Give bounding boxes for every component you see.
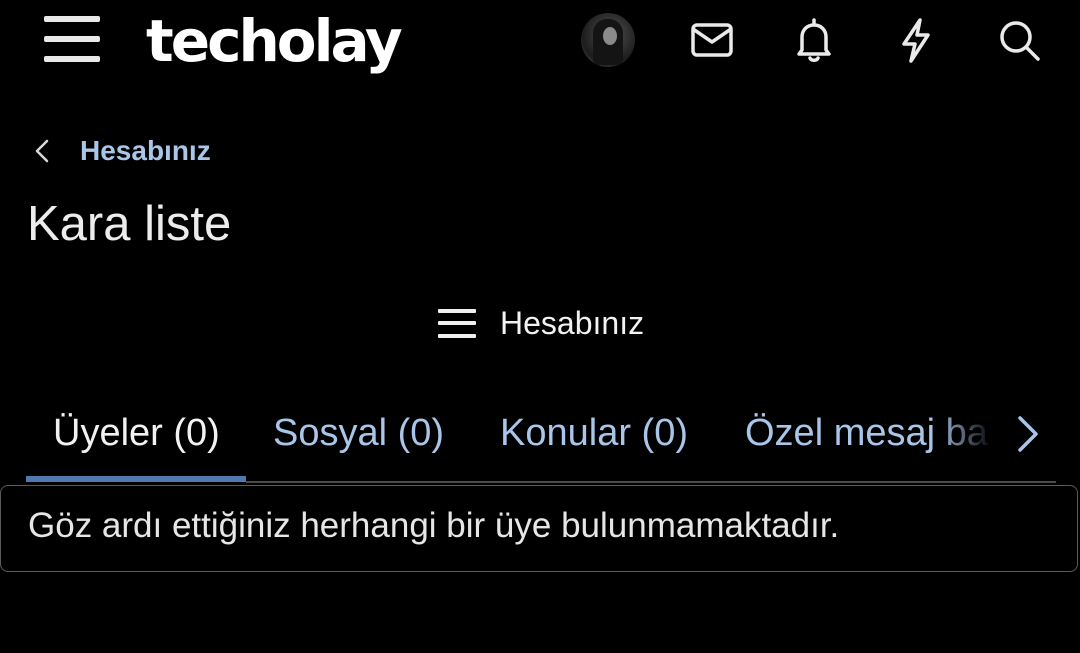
lightning-icon[interactable] xyxy=(890,14,942,66)
page-title: Kara liste xyxy=(27,197,232,251)
chevron-right-icon[interactable] xyxy=(1010,412,1044,456)
top-navigation-bar: techolay xyxy=(0,0,1080,82)
account-menu-toggle[interactable]: Hesabınız xyxy=(438,300,644,346)
empty-state-panel: Göz ardı ettiğiniz herhangi bir üye bulu… xyxy=(0,485,1078,572)
breadcrumb[interactable]: Hesabınız xyxy=(28,130,211,172)
avatar[interactable] xyxy=(581,13,635,67)
tabs-divider xyxy=(246,481,1056,483)
site-logo[interactable]: techolay xyxy=(146,6,403,76)
account-menu-label: Hesabınız xyxy=(500,304,645,341)
search-icon[interactable] xyxy=(994,14,1046,66)
active-tab-indicator xyxy=(26,476,246,482)
tab-members[interactable]: Üyeler (0) xyxy=(53,408,220,458)
tab-threads[interactable]: Konular (0) xyxy=(500,408,688,458)
tab-social[interactable]: Sosyal (0) xyxy=(273,408,444,458)
envelope-icon[interactable] xyxy=(686,14,738,66)
page: techolay Hesabınız Kara liste Hesabınız … xyxy=(0,0,1080,653)
chevron-left-icon xyxy=(35,139,49,163)
bell-icon[interactable] xyxy=(788,14,840,66)
menu-icon xyxy=(438,307,476,339)
empty-state-message: Göz ardı ettiğiniz herhangi bir üye bulu… xyxy=(28,506,840,545)
tab-bar: Üyeler (0) Sosyal (0) Konular (0) Özel m… xyxy=(26,400,1056,484)
menu-icon[interactable] xyxy=(44,16,100,64)
breadcrumb-link-account[interactable]: Hesabınız xyxy=(80,135,211,167)
